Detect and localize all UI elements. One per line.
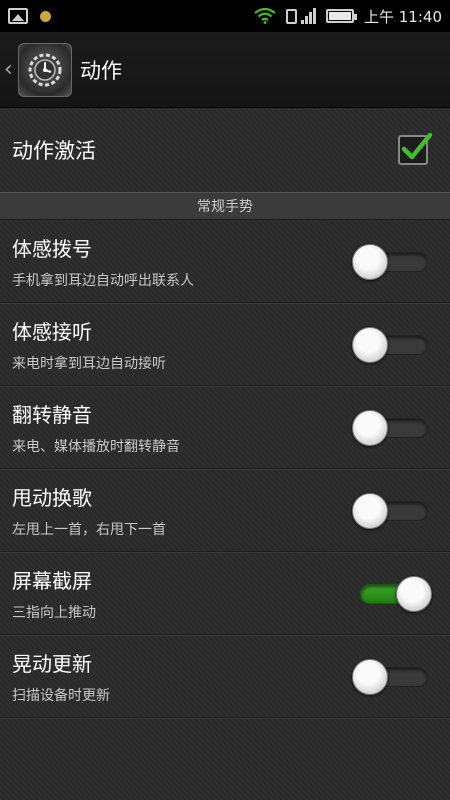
status-bar-right: 上午 11:40 xyxy=(254,6,442,27)
list-item-shake-refresh[interactable]: 晃动更新 扫描设备时更新 xyxy=(0,635,450,718)
back-chevron-icon[interactable]: ‹ xyxy=(4,57,16,82)
page-title: 动作 xyxy=(80,58,122,83)
signal-icon xyxy=(301,8,316,24)
activation-checkbox[interactable] xyxy=(398,132,433,165)
toggle-switch[interactable] xyxy=(352,410,428,446)
item-title: 体感拨号 xyxy=(12,236,92,261)
checkmark-icon xyxy=(401,132,433,160)
item-subtitle: 手机拿到耳边自动呼出联系人 xyxy=(12,272,194,289)
toggle-switch[interactable] xyxy=(352,493,428,529)
item-subtitle: 扫描设备时更新 xyxy=(12,687,110,704)
item-title: 晃动更新 xyxy=(12,651,92,676)
section-title: 常规手势 xyxy=(197,199,253,215)
action-bar: ‹ 动作 xyxy=(0,32,450,108)
sim-icon xyxy=(286,9,297,24)
status-bar: 上午 11:40 xyxy=(0,0,450,32)
activation-row[interactable]: 动作激活 xyxy=(0,108,450,192)
toggle-switch[interactable] xyxy=(352,244,428,280)
section-header: 常规手势 xyxy=(0,192,450,220)
wifi-icon xyxy=(254,8,276,24)
list-item-motion-dial[interactable]: 体感拨号 手机拿到耳边自动呼出联系人 xyxy=(0,220,450,303)
item-subtitle: 来电时拿到耳边自动接听 xyxy=(12,355,166,372)
item-title: 翻转静音 xyxy=(12,402,92,427)
image-icon xyxy=(8,8,28,24)
status-time: 上午 11:40 xyxy=(364,7,442,26)
item-title: 体感接听 xyxy=(12,319,92,344)
item-subtitle: 来电、媒体播放时翻转静音 xyxy=(12,438,180,455)
toggle-switch[interactable] xyxy=(352,327,428,363)
item-title: 屏幕截屏 xyxy=(12,568,92,593)
toggle-switch[interactable] xyxy=(352,659,428,695)
toggle-switch[interactable] xyxy=(352,576,432,612)
item-subtitle: 三指向上推动 xyxy=(12,604,96,621)
item-title: 甩动换歌 xyxy=(12,485,92,510)
gesture-list: 体感拨号 手机拿到耳边自动呼出联系人 体感接听 来电时拿到耳边自动接听 翻转静音… xyxy=(0,220,450,718)
list-item-flip-mute[interactable]: 翻转静音 来电、媒体播放时翻转静音 xyxy=(0,386,450,469)
list-item-shake-song[interactable]: 甩动换歌 左甩上一首，右甩下一首 xyxy=(0,469,450,552)
battery-icon xyxy=(326,9,357,23)
notification-dot-icon xyxy=(40,10,51,22)
status-bar-left xyxy=(8,8,51,24)
list-item-motion-answer[interactable]: 体感接听 来电时拿到耳边自动接听 xyxy=(0,303,450,386)
list-item-screenshot[interactable]: 屏幕截屏 三指向上推动 xyxy=(0,552,450,635)
settings-gear-icon[interactable] xyxy=(18,42,72,97)
signal-group xyxy=(286,8,316,24)
activation-label: 动作激活 xyxy=(12,139,96,163)
item-subtitle: 左甩上一首，右甩下一首 xyxy=(12,521,166,538)
